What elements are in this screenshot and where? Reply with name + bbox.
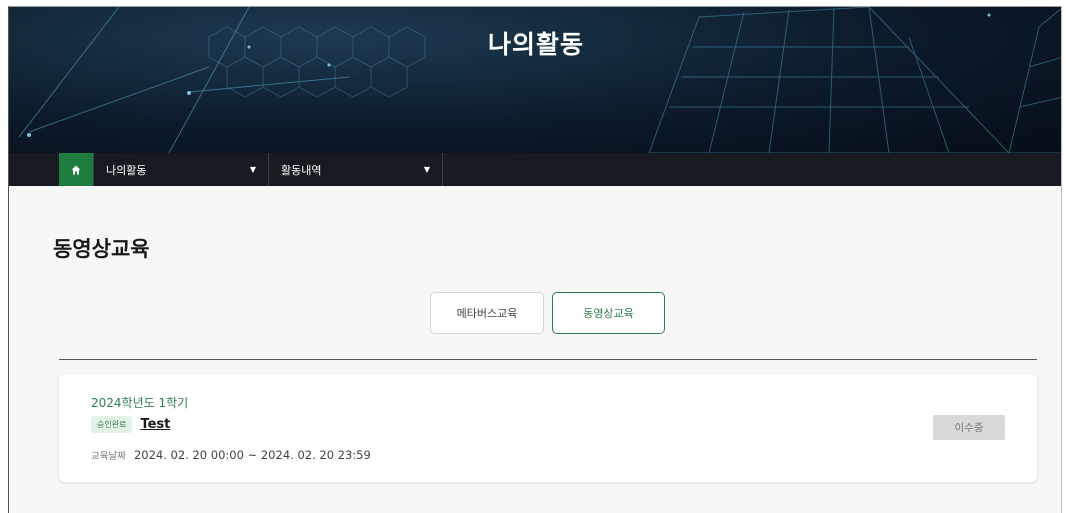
course-card: 2024학년도 1학기 승인완료 Test 교육날짜 2024. 02. 20 … <box>59 374 1037 482</box>
section-divider <box>59 359 1037 360</box>
breadcrumb-nav: 나의활동 ▼ 활동내역 ▼ <box>9 153 1061 186</box>
date-label: 교육날짜 <box>91 451 126 462</box>
home-icon <box>71 165 81 174</box>
nav-dropdown-my-activity[interactable]: 나의활동 ▼ <box>93 153 269 186</box>
home-button[interactable] <box>59 153 93 186</box>
tab-bar: 메타버스교육 동영상교육 <box>430 292 665 334</box>
course-header: 승인완료 Test <box>91 416 170 433</box>
hero-banner: 나의활동 <box>9 7 1061 153</box>
page-frame: 나의활동 나의활동 ▼ 활동내역 ▼ 동영상교육 메타버스교육 동영상교육 20… <box>8 6 1062 513</box>
caret-down-icon: ▼ <box>249 165 256 174</box>
tab-video-education[interactable]: 동영상교육 <box>552 292 665 334</box>
tab-metaverse-education[interactable]: 메타버스교육 <box>430 292 544 334</box>
nav-dropdown-activity-history[interactable]: 활동내역 ▼ <box>269 153 443 186</box>
caret-down-icon: ▼ <box>423 165 430 174</box>
date-range: 2024. 02. 20 00:00 ~ 2024. 02. 20 23:59 <box>133 448 371 462</box>
course-date: 교육날짜 2024. 02. 20 00:00 ~ 2024. 02. 20 2… <box>91 448 371 462</box>
nav-dropdown-label: 활동내역 <box>281 163 322 177</box>
semester-label: 2024학년도 1학기 <box>91 396 189 410</box>
course-title-link[interactable]: Test <box>140 417 170 432</box>
page-title: 동영상교육 <box>53 237 150 261</box>
completion-status-button[interactable]: 이수중 <box>933 415 1005 440</box>
status-badge: 승인완료 <box>91 416 133 433</box>
hero-title: 나의활동 <box>487 30 584 59</box>
nav-dropdown-label: 나의활동 <box>106 163 147 177</box>
